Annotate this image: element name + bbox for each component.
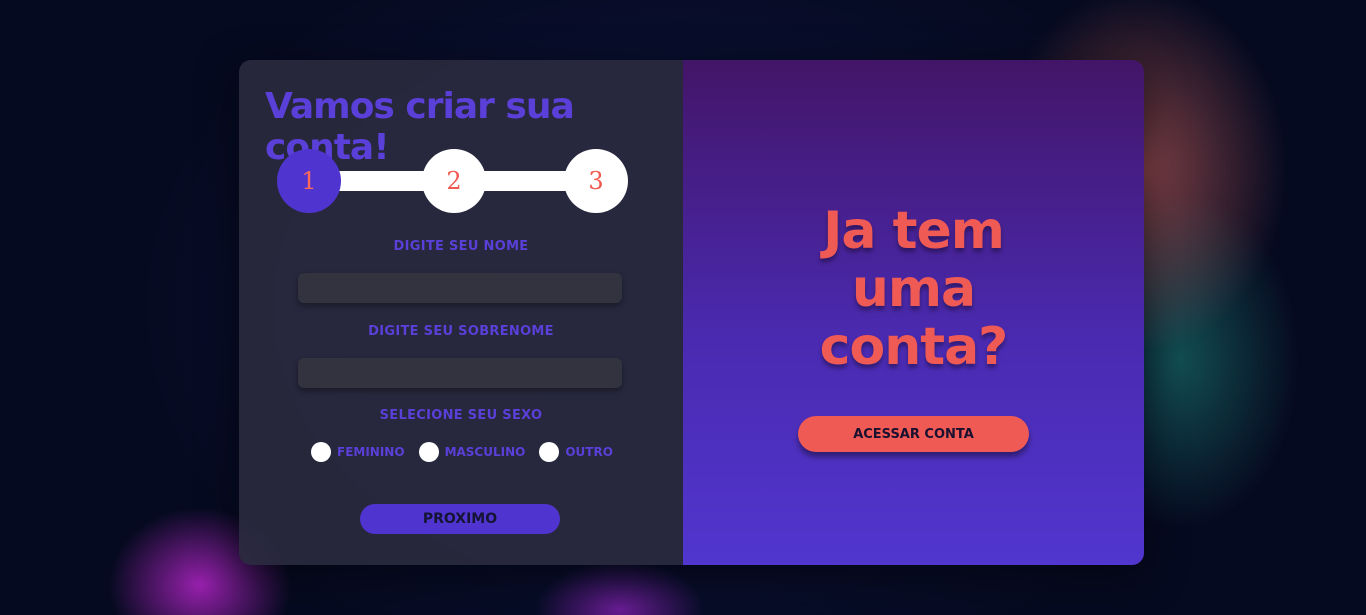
login-prompt-panel: Ja tem uma conta? ACESSAR CONTA	[683, 60, 1144, 565]
radio-button-masculino[interactable]	[418, 442, 439, 462]
gender-option-masculino[interactable]: MASCULINO	[418, 442, 526, 462]
access-account-button[interactable]: ACESSAR CONTA	[798, 416, 1029, 452]
radio-button-feminino[interactable]	[311, 442, 331, 462]
step-2-indicator: 2	[422, 149, 486, 213]
gender-radio-group: FEMININO MASCULINO OUTRO	[311, 442, 627, 462]
gender-option-outro[interactable]: OUTRO	[539, 442, 613, 462]
radio-label-outro: OUTRO	[565, 445, 613, 459]
step-1-indicator: 1	[277, 149, 341, 213]
radio-label-feminino: FEMININO	[337, 445, 405, 459]
step-progress: 1 2 3	[277, 149, 628, 213]
signup-card: Vamos criar sua conta! 1 2 3 DIGITE SEU …	[239, 60, 1144, 565]
radio-label-masculino: MASCULINO	[444, 445, 526, 459]
login-prompt-title: Ja tem uma conta?	[819, 201, 1009, 377]
signup-form-panel: Vamos criar sua conta! 1 2 3 DIGITE SEU …	[239, 60, 683, 565]
next-button[interactable]: PROXIMO	[360, 504, 560, 534]
gender-label: SELECIONE SEU SEXO	[379, 408, 543, 423]
first-name-input[interactable]	[298, 273, 622, 303]
step-3-indicator: 3	[564, 149, 628, 213]
gender-option-feminino[interactable]: FEMININO	[311, 442, 405, 462]
radio-button-outro[interactable]	[539, 442, 560, 462]
last-name-label: DIGITE SEU SOBRENOME	[368, 324, 554, 339]
last-name-input[interactable]	[298, 358, 622, 388]
first-name-label: DIGITE SEU NOME	[393, 239, 529, 254]
